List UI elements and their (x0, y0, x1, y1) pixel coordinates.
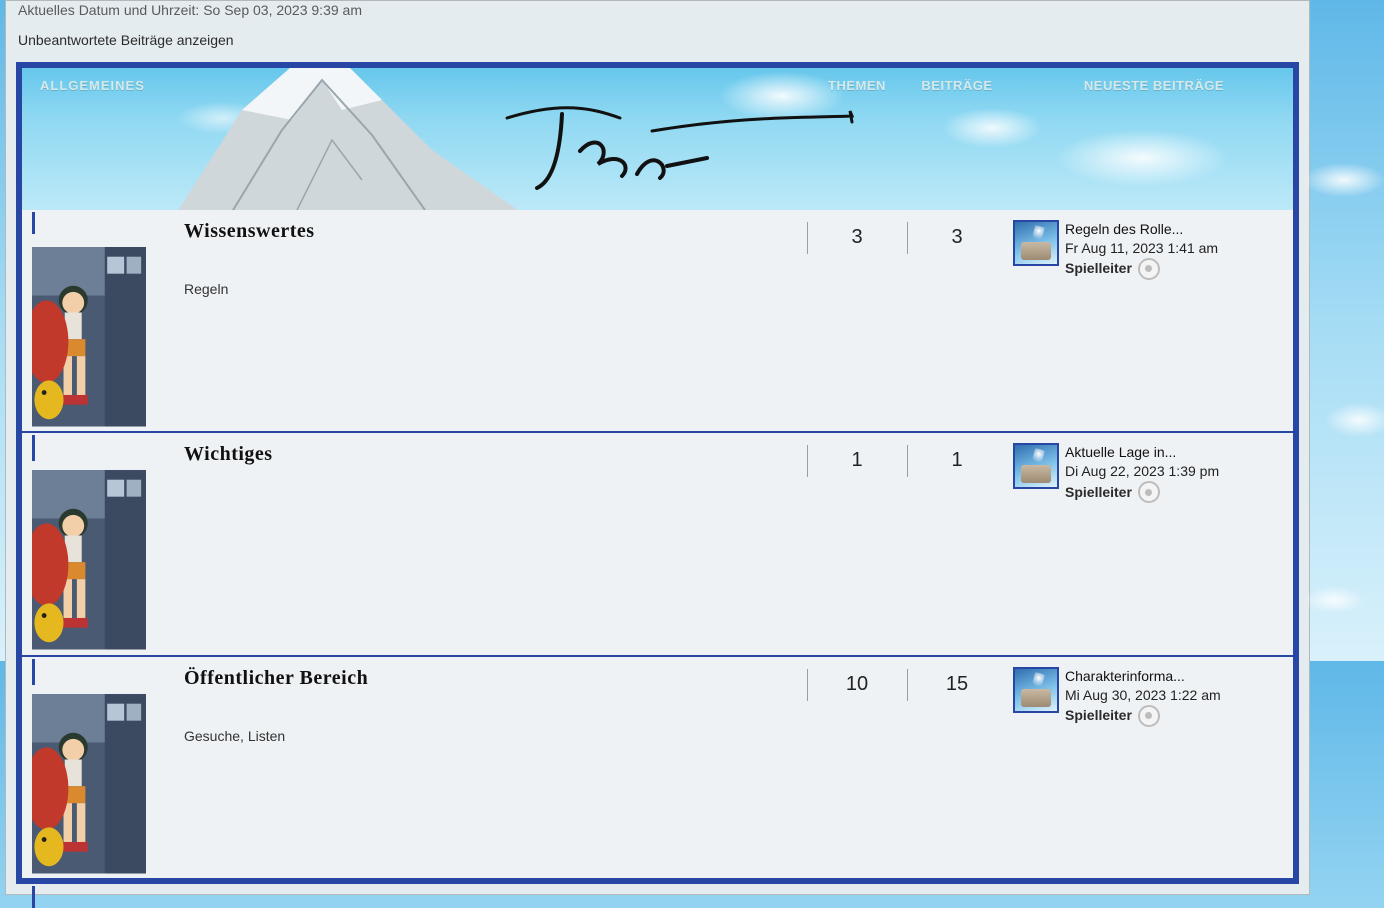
banner-script-text (502, 96, 862, 196)
last-post-date: Fr Aug 11, 2023 1:41 am (1065, 239, 1218, 258)
topic-count: 3 (807, 210, 907, 431)
forum-icon-cell (22, 657, 154, 878)
last-post: Aktuelle Lage in... Di Aug 22, 2023 1:39… (1007, 433, 1293, 654)
goto-last-post-icon[interactable] (1138, 258, 1160, 280)
forum-icon-link[interactable] (32, 435, 146, 684)
forum-panel: ALLGEMEINES THEMEN BEITRÄGE NEUESTE BEIT… (16, 62, 1299, 884)
col-header-posts: BEITRÄGE (907, 78, 1007, 93)
forum-thumbnail-icon (32, 454, 146, 665)
forum-title: Öffentlicher Bereich (184, 667, 797, 690)
forum-rows: Wissenswertes Regeln 3 3 Regeln des Roll… (22, 210, 1293, 878)
last-post-topic-link[interactable]: Regeln des Rolle... (1065, 221, 1183, 237)
forum-title-link[interactable]: Wissenswertes (184, 220, 315, 242)
last-post-user-link[interactable]: Spielleiter (1065, 706, 1132, 725)
last-post-topic: Aktuelle Lage in... (1065, 443, 1219, 462)
last-post-user: Spielleiter (1065, 705, 1221, 727)
forum-row: Wissenswertes Regeln 3 3 Regeln des Roll… (22, 210, 1293, 431)
last-post-topic: Charakterinforma... (1065, 667, 1221, 686)
last-post: Regeln des Rolle... Fr Aug 11, 2023 1:41… (1007, 210, 1293, 431)
last-post-date: Di Aug 22, 2023 1:39 pm (1065, 462, 1219, 481)
last-post: Charakterinforma... Mi Aug 30, 2023 1:22… (1007, 657, 1293, 878)
page-container: Aktuelles Datum und Uhrzeit: So Sep 03, … (5, 0, 1310, 895)
goto-last-post-icon[interactable] (1138, 705, 1160, 727)
forum-icon-link[interactable] (32, 659, 146, 908)
last-post-avatar[interactable] (1013, 667, 1059, 713)
forum-title: Wichtiges (184, 443, 797, 466)
post-count: 3 (907, 210, 1007, 431)
forum-icon-cell (22, 433, 154, 654)
forum-title: Wissenswertes (184, 220, 797, 243)
column-headers: THEMEN BEITRÄGE NEUESTE BEITRÄGE (807, 78, 1293, 93)
forum-title-link[interactable]: Öffentlicher Bereich (184, 667, 368, 689)
unanswered-posts-area: Unbeantwortete Beiträge anzeigen (16, 22, 1299, 62)
topic-count: 10 (807, 657, 907, 878)
forum-row: Öffentlicher Bereich Gesuche, Listen 10 … (22, 655, 1293, 878)
col-header-latest: NEUESTE BEITRÄGE (1007, 78, 1293, 93)
last-post-text: Charakterinforma... Mi Aug 30, 2023 1:22… (1065, 667, 1221, 868)
last-post-user: Spielleiter (1065, 481, 1219, 503)
current-datetime: Aktuelles Datum und Uhrzeit: So Sep 03, … (16, 1, 1299, 22)
last-post-avatar[interactable] (1013, 443, 1059, 489)
forum-thumbnail-icon (32, 231, 146, 442)
last-post-topic-link[interactable]: Charakterinforma... (1065, 668, 1185, 684)
category-banner: ALLGEMEINES THEMEN BEITRÄGE NEUESTE BEIT… (22, 68, 1293, 210)
forum-row: Wichtiges 1 1 Aktuelle Lage in... Di Aug… (22, 431, 1293, 654)
forum-icon-cell (22, 210, 154, 431)
forum-icon-link[interactable] (32, 212, 146, 461)
forum-info: Öffentlicher Bereich Gesuche, Listen (154, 657, 807, 878)
forum-info: Wissenswertes Regeln (154, 210, 807, 431)
forum-info: Wichtiges (154, 433, 807, 654)
goto-last-post-icon[interactable] (1138, 481, 1160, 503)
last-post-topic: Regeln des Rolle... (1065, 220, 1218, 239)
col-header-topics: THEMEN (807, 78, 907, 93)
topic-count: 1 (807, 433, 907, 654)
forum-thumbnail-icon (32, 678, 146, 889)
banner-mountain (172, 68, 532, 210)
last-post-user-link[interactable]: Spielleiter (1065, 483, 1132, 502)
post-count: 15 (907, 657, 1007, 878)
post-count: 1 (907, 433, 1007, 654)
last-post-topic-link[interactable]: Aktuelle Lage in... (1065, 444, 1176, 460)
last-post-user-link[interactable]: Spielleiter (1065, 259, 1132, 278)
background-clouds (1304, 0, 1384, 661)
unanswered-posts-link[interactable]: Unbeantwortete Beiträge anzeigen (18, 32, 234, 48)
category-title: ALLGEMEINES (40, 78, 145, 93)
last-post-text: Regeln des Rolle... Fr Aug 11, 2023 1:41… (1065, 220, 1218, 421)
last-post-date: Mi Aug 30, 2023 1:22 am (1065, 686, 1221, 705)
forum-title-link[interactable]: Wichtiges (184, 443, 273, 465)
forum-description: Regeln (184, 281, 797, 297)
last-post-user: Spielleiter (1065, 258, 1218, 280)
last-post-avatar[interactable] (1013, 220, 1059, 266)
last-post-text: Aktuelle Lage in... Di Aug 22, 2023 1:39… (1065, 443, 1219, 644)
forum-description: Gesuche, Listen (184, 728, 797, 744)
